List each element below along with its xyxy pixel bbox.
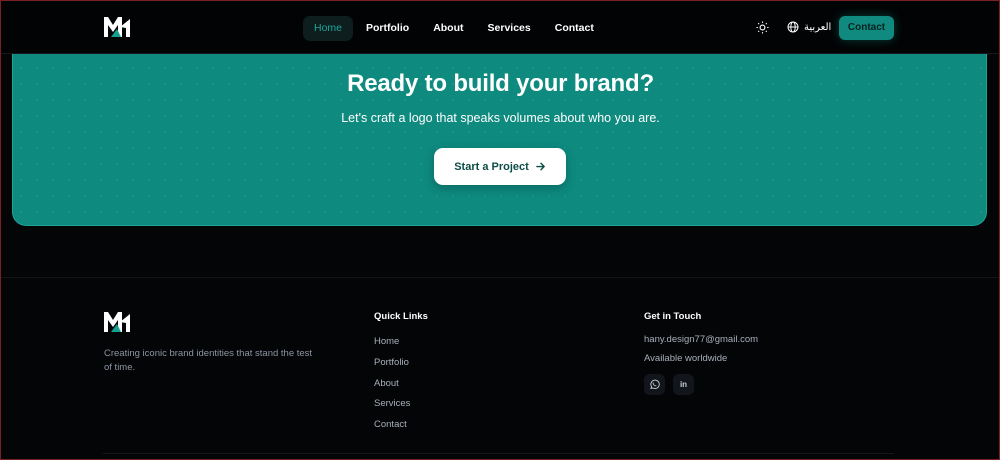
footer-link-contact[interactable]: Contact: [374, 419, 407, 430]
nav-link-portfolio[interactable]: Portfolio: [355, 16, 420, 41]
start-project-button[interactable]: Start a Project: [434, 148, 566, 185]
linkedin-button[interactable]: in: [673, 374, 694, 395]
arrow-right-icon: [535, 162, 545, 171]
footer-divider-top: [1, 277, 999, 278]
footer-link-about[interactable]: About: [374, 378, 399, 389]
get-in-touch-title: Get in Touch: [644, 311, 702, 322]
mh-logo[interactable]: [103, 15, 131, 39]
nav-link-services[interactable]: Services: [477, 16, 542, 41]
footer-divider-bottom: [103, 453, 894, 454]
footer-mh-logo[interactable]: [103, 310, 131, 334]
globe-icon: [787, 21, 799, 33]
whatsapp-button[interactable]: [644, 374, 665, 395]
footer-link-portfolio[interactable]: Portfolio: [374, 357, 409, 368]
cta-subtitle: Let's craft a logo that speaks volumes a…: [341, 111, 660, 125]
quick-links-title: Quick Links: [374, 311, 428, 322]
nav-link-contact[interactable]: Contact: [544, 16, 605, 41]
linkedin-icon: in: [679, 380, 688, 389]
cta-title: Ready to build your brand?: [347, 70, 654, 97]
top-navigation: Home Portfolio About Services Contact ال…: [1, 1, 999, 54]
footer-link-home[interactable]: Home: [374, 336, 399, 347]
whatsapp-icon: [650, 379, 660, 390]
nav-link-home[interactable]: Home: [303, 16, 354, 41]
language-label: العربية: [804, 21, 832, 33]
footer-tagline: Creating iconic brand identities that st…: [104, 348, 313, 373]
sun-icon[interactable]: [756, 21, 769, 34]
nav-links: Home Portfolio About Services Contact: [303, 16, 607, 41]
footer-availability: Available worldwide: [644, 353, 728, 364]
language-switcher[interactable]: العربية: [787, 21, 831, 33]
start-project-label: Start a Project: [454, 160, 529, 173]
contact-button[interactable]: Contact: [839, 16, 894, 40]
footer-link-services[interactable]: Services: [374, 398, 410, 409]
footer-email[interactable]: hany.design77@gmail.com: [644, 334, 758, 345]
nav-link-about[interactable]: About: [422, 16, 474, 41]
cta-banner: Ready to build your brand? Let's craft a…: [12, 44, 987, 226]
